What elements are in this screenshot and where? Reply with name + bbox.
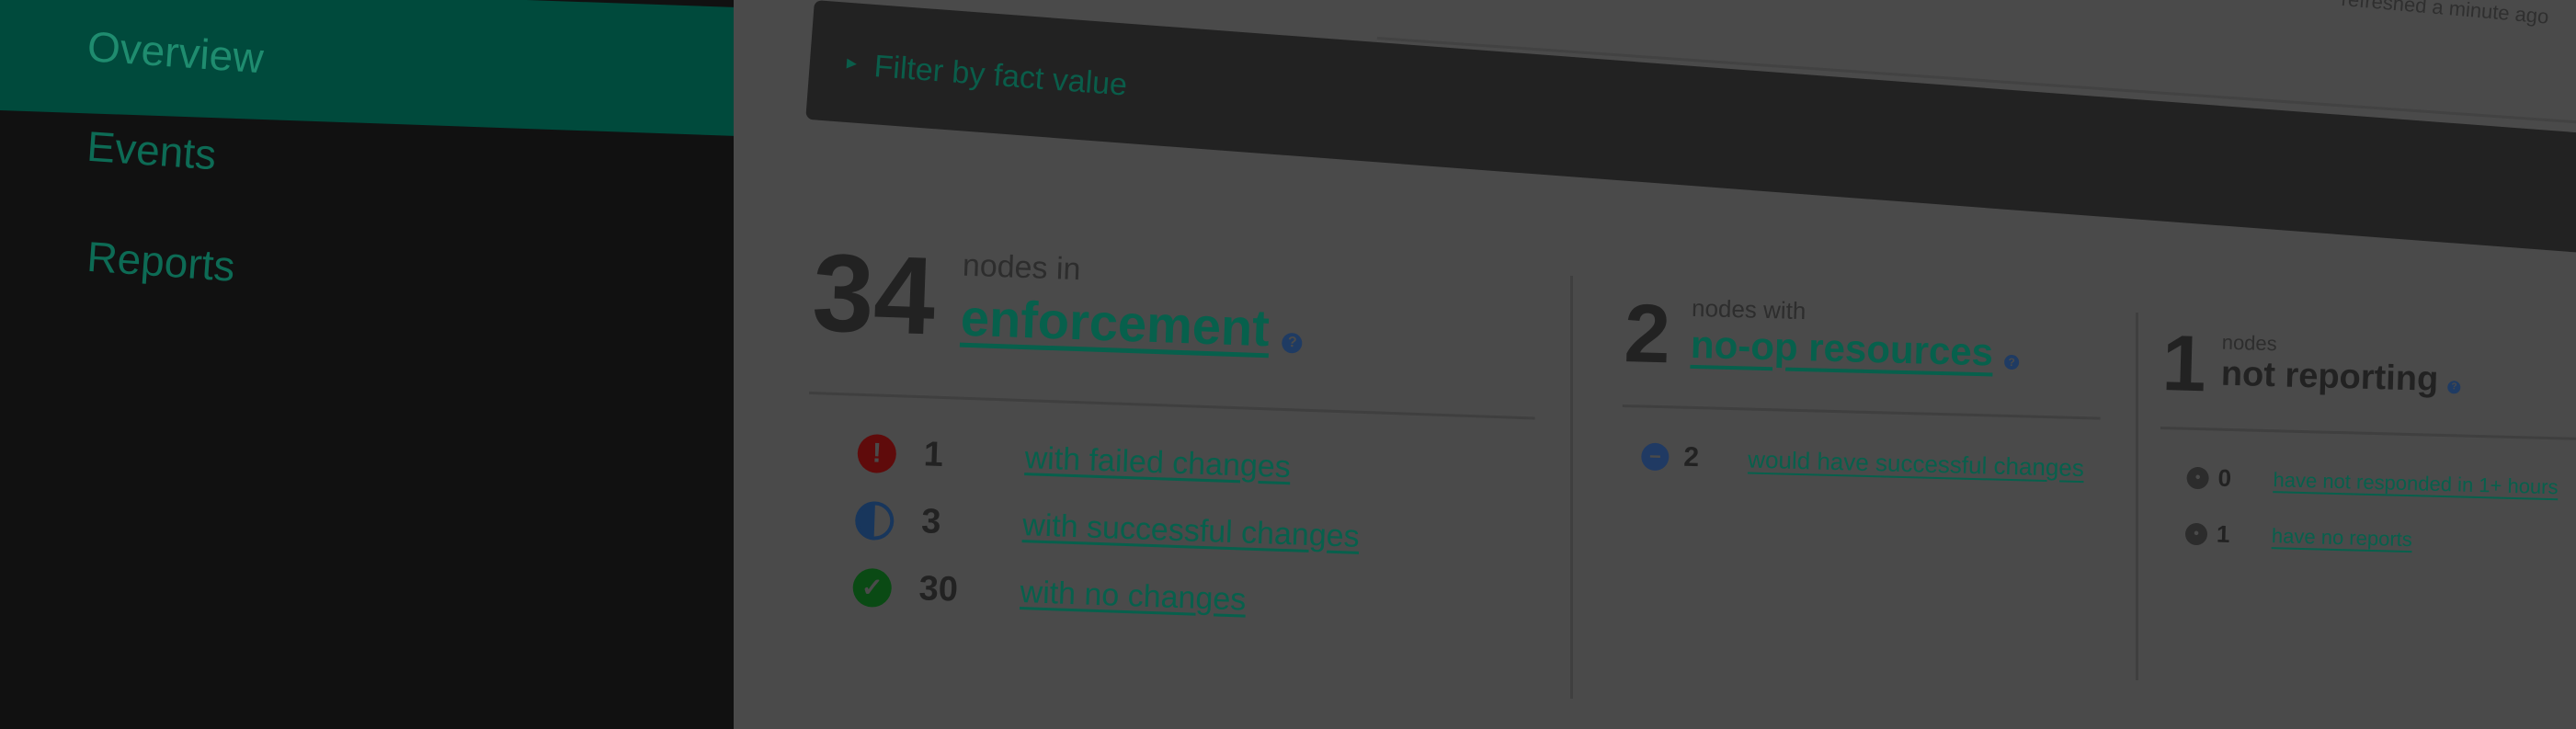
caret-right-icon: ▸	[846, 50, 859, 74]
refresh-status: refreshed a minute ago	[2340, 0, 2550, 28]
noop-count: 2	[1623, 288, 1672, 382]
divider	[1570, 276, 1573, 699]
no-report-count: 1	[2216, 519, 2230, 548]
failed-changes-link[interactable]: with failed changes	[1024, 440, 1291, 485]
help-icon[interactable]: ?	[1282, 332, 1304, 354]
not-reporting-count: 1	[2160, 319, 2207, 409]
main-content: refreshed a minute ago ▸ Filter by fact …	[734, 0, 2576, 729]
not-reporting-panel: 1 nodes not reporting ? • 0 have not res…	[2158, 319, 2576, 558]
not-reporting-title[interactable]: not reporting	[2220, 355, 2438, 399]
fact-filter-toggle[interactable]: ▸ Filter by fact value	[805, 0, 2576, 254]
sidebar-item-label: Reports	[85, 232, 237, 290]
successful-count: 3	[920, 502, 942, 541]
no-changes-link[interactable]: with no changes	[1020, 575, 1247, 619]
half-circle-icon	[854, 500, 895, 541]
divider	[2136, 313, 2138, 680]
divider	[2160, 426, 2576, 441]
list-item: 3 with successful changes	[854, 500, 1532, 564]
list-item: − 2 would have successful changes	[1640, 441, 2100, 484]
no-report-icon: •	[2184, 522, 2208, 545]
list-item: ✓ 30 with no changes	[852, 567, 1529, 631]
enforcement-title-link[interactable]: enforcement	[960, 289, 1271, 358]
check-icon: ✓	[852, 567, 893, 608]
no-change-count: 30	[918, 569, 959, 609]
noop-title-link[interactable]: no-op resources	[1690, 323, 1993, 374]
noop-icon: −	[1640, 442, 1670, 472]
list-item: • 0 have not responded in 1+ hours	[2186, 463, 2576, 502]
sidebar-item-label: Events	[85, 121, 218, 179]
sidebar-item-label: Overview	[85, 22, 266, 83]
enforcement-count: 34	[810, 231, 938, 359]
failed-count: 1	[923, 435, 944, 475]
unresponsive-icon: •	[2186, 466, 2209, 489]
sidebar-item-overview[interactable]: Overview	[0, 0, 734, 136]
sidebar-item-reports[interactable]: Reports	[0, 225, 734, 326]
help-icon[interactable]: ?	[2447, 380, 2461, 394]
enforcement-panel: 34 nodes in enforcement ? ! 1 with faile…	[802, 231, 1540, 631]
noop-row-count: 2	[1682, 441, 1700, 473]
would-have-changes-link[interactable]: would have successful changes	[1748, 445, 2084, 483]
unresponsive-count: 0	[2217, 463, 2232, 492]
no-reports-link[interactable]: have no reports	[2272, 524, 2412, 552]
error-icon: !	[857, 433, 897, 473]
divider	[1622, 404, 2101, 420]
help-icon[interactable]: ?	[2004, 354, 2020, 370]
sidebar: Overview Events Reports	[0, 0, 734, 729]
noop-panel: 2 nodes with no-op resources ? − 2 would…	[1621, 288, 2103, 484]
filter-label: Filter by fact value	[872, 49, 1129, 103]
list-item: ! 1 with failed changes	[857, 433, 1533, 496]
not-responded-link[interactable]: have not responded in 1+ hours	[2273, 468, 2559, 499]
list-item: • 1 have no reports	[2184, 519, 2576, 558]
successful-changes-link[interactable]: with successful changes	[1022, 507, 1361, 555]
